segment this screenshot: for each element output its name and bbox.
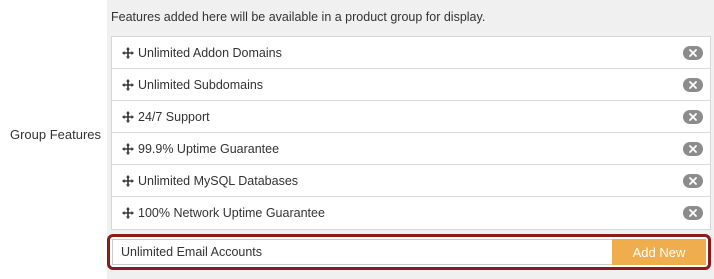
feature-item[interactable]: Unlimited Addon Domains (112, 37, 710, 69)
remove-feature-button[interactable] (683, 78, 703, 92)
add-new-button[interactable]: Add New (612, 239, 706, 265)
feature-item[interactable]: 24/7 Support (112, 101, 710, 133)
remove-feature-button[interactable] (683, 174, 703, 188)
add-feature-row: Add New (107, 234, 711, 270)
feature-name: Unlimited MySQL Databases (138, 173, 299, 188)
remove-feature-button[interactable] (683, 206, 703, 220)
move-arrows-icon[interactable] (122, 174, 134, 187)
move-arrows-icon[interactable] (122, 110, 134, 123)
feature-item[interactable]: 100% Network Uptime Guarantee (112, 197, 710, 229)
move-arrows-icon[interactable] (122, 207, 134, 219)
move-arrows-icon[interactable] (122, 78, 134, 91)
times-icon (689, 49, 697, 57)
group-features-label: Group Features (9, 127, 101, 142)
group-features-field: Features added here will be available in… (107, 0, 714, 279)
feature-name: Unlimited Subdomains (138, 77, 264, 92)
times-icon (689, 209, 697, 217)
times-icon (689, 113, 697, 121)
move-arrows-icon[interactable] (122, 142, 134, 155)
remove-feature-button[interactable] (683, 46, 703, 60)
times-icon (689, 145, 697, 153)
times-icon (689, 81, 697, 89)
feature-name: 100% Network Uptime Guarantee (138, 206, 325, 220)
feature-list: Unlimited Addon Domains Unlimited Subdom… (111, 36, 711, 230)
new-feature-input[interactable] (112, 239, 612, 265)
feature-name: 99.9% Uptime Guarantee (138, 141, 280, 156)
features-hint-text: Features added here will be available in… (111, 10, 486, 24)
feature-item[interactable]: 99.9% Uptime Guarantee (112, 133, 710, 165)
remove-feature-button[interactable] (683, 110, 703, 124)
times-icon (689, 177, 697, 185)
feature-name: 24/7 Support (138, 109, 210, 124)
move-arrows-icon[interactable] (122, 46, 134, 59)
remove-feature-button[interactable] (683, 142, 703, 156)
label-column: Group Features (0, 0, 107, 279)
feature-name: Unlimited Addon Domains (138, 45, 282, 60)
feature-item[interactable]: Unlimited Subdomains (112, 69, 710, 101)
feature-item[interactable]: Unlimited MySQL Databases (112, 165, 710, 197)
